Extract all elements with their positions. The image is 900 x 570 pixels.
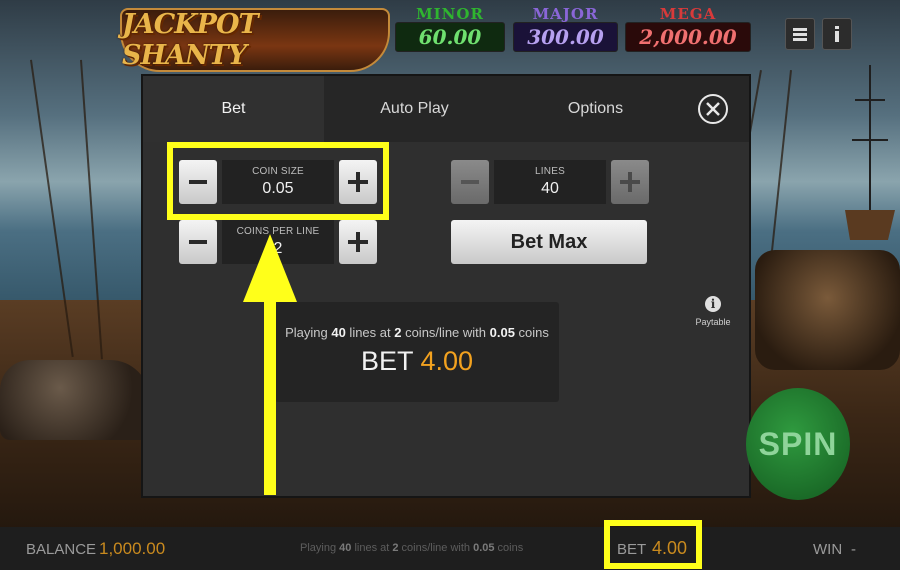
paytable-button[interactable]: i Paytable (690, 296, 736, 327)
lines-value: 40 (541, 180, 559, 197)
jackpot-mega-value: 2,000.00 (625, 22, 751, 52)
lines-label: LINES (535, 166, 565, 177)
lines-display: LINES 40 (494, 160, 606, 204)
paytable-label: Paytable (695, 317, 731, 327)
bet-total: BET 4.00 (275, 346, 559, 377)
info-icon (835, 26, 839, 42)
modal-tabs: Bet Auto Play Options (143, 76, 749, 142)
win-value: - (851, 541, 856, 558)
distant-ship-icon (845, 65, 895, 240)
bet-info-text: Playing 40 lines at 2 coins/line with 0.… (300, 542, 524, 554)
close-icon (706, 102, 720, 116)
balance-label: BALANCE (26, 541, 97, 558)
bet-highlight-box (604, 520, 702, 569)
coins-per-line-decrease-button[interactable] (179, 220, 217, 264)
minus-icon (189, 240, 207, 244)
jackpot-major-label: MAJOR (532, 5, 599, 23)
close-button[interactable] (698, 94, 728, 124)
bet-summary-text: Playing 40 lines at 2 coins/line with 0.… (285, 325, 549, 340)
jackpot-mega-label: MEGA (659, 5, 717, 23)
jackpot-major: MAJOR 300.00 (513, 6, 618, 56)
bet-max-button[interactable]: Bet Max (451, 220, 647, 264)
tab-bet[interactable]: Bet (143, 76, 324, 142)
bet-settings-modal: Bet Auto Play Options COIN SIZE 0.05 COI… (143, 76, 749, 496)
jackpot-minor-value: 60.00 (395, 22, 505, 52)
tab-auto-play[interactable]: Auto Play (324, 76, 505, 142)
spin-label: SPIN (758, 425, 838, 462)
bet-total-value: 4.00 (420, 346, 474, 376)
bottom-status-bar: BALANCE 1,000.00 Playing 40 lines at 2 c… (0, 527, 900, 570)
info-icon: i (705, 296, 721, 312)
bet-summary: Playing 40 lines at 2 coins/line with 0.… (275, 302, 559, 402)
jackpot-minor-label: MINOR (416, 5, 484, 23)
annotation-arrow-icon (243, 234, 297, 495)
jackpot-mega: MEGA 2,000.00 (625, 6, 751, 56)
lines-decrease-button[interactable] (451, 160, 489, 204)
tab-options[interactable]: Options (505, 76, 686, 142)
lines-stepper: LINES 40 (451, 160, 649, 204)
cannon-decoration (0, 360, 150, 440)
lines-increase-button[interactable] (611, 160, 649, 204)
spin-button[interactable]: SPIN (746, 388, 850, 500)
game-logo-text: JACKPOT SHANTY (122, 9, 259, 71)
jackpot-minor: MINOR 60.00 (395, 6, 505, 56)
info-button[interactable] (822, 18, 852, 50)
menu-button[interactable] (785, 18, 815, 50)
cannon-decoration (755, 250, 900, 370)
minus-icon (461, 180, 479, 184)
game-logo: JACKPOT SHANTY (120, 8, 390, 72)
jackpot-major-value: 300.00 (513, 22, 618, 52)
win-label: WIN (813, 541, 843, 558)
balance-value: 1,000.00 (99, 539, 166, 558)
coins-per-line-increase-button[interactable] (339, 220, 377, 264)
bet-total-label: BET (360, 346, 413, 376)
coin-size-highlight-box (167, 142, 389, 220)
hamburger-menu-icon (793, 28, 807, 41)
